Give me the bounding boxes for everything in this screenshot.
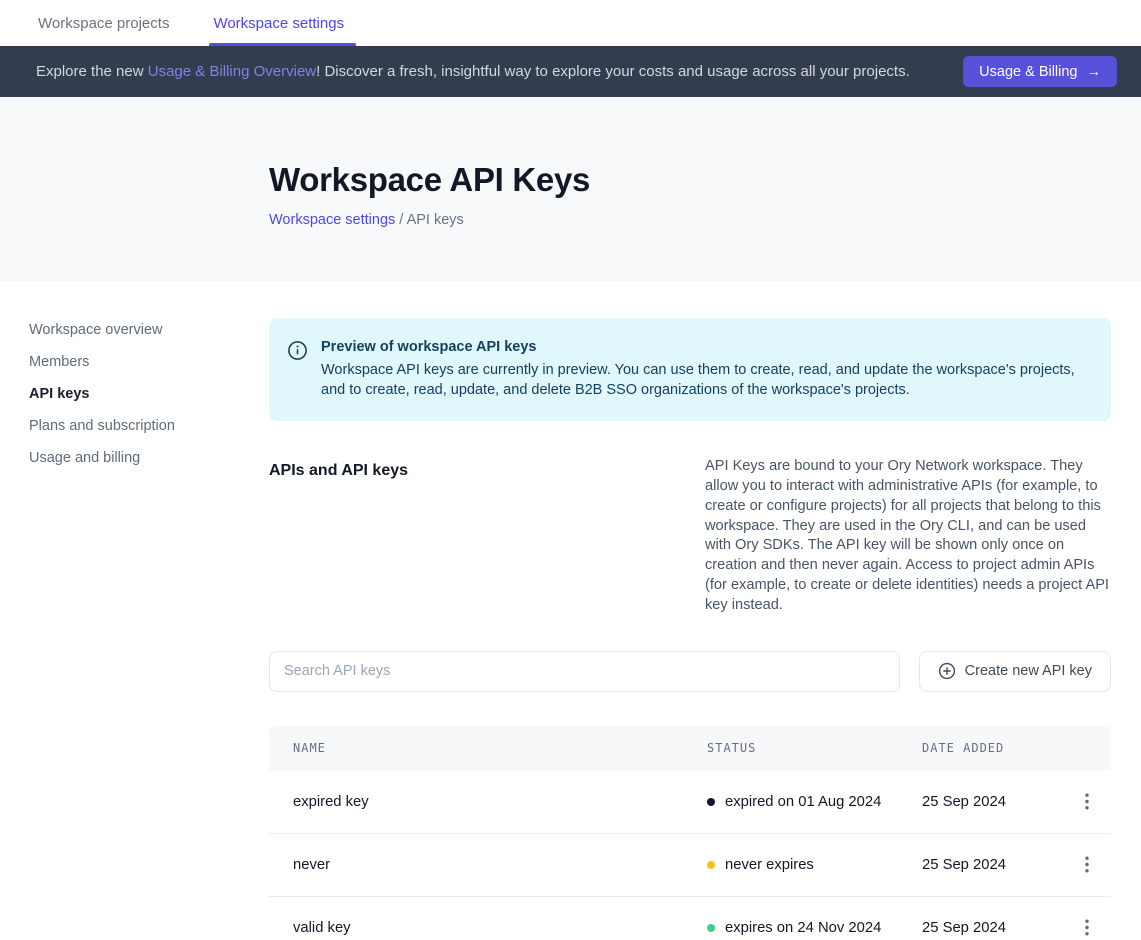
create-api-key-button[interactable]: Create new API key	[919, 651, 1111, 692]
preview-callout: Preview of workspace API keys Workspace …	[269, 318, 1111, 421]
table-controls: Create new API key	[269, 651, 1111, 692]
api-key-date-added: 25 Sep 2024	[922, 920, 1062, 936]
api-key-date-added: 25 Sep 2024	[922, 857, 1062, 873]
api-key-name: never	[269, 857, 707, 873]
column-header-date-added: DATE ADDED	[922, 741, 1062, 755]
section-description: API Keys are bound to your Ory Network w…	[705, 457, 1111, 616]
usage-billing-overview-link[interactable]: Usage & Billing Overview	[148, 63, 316, 80]
status-dot	[707, 924, 715, 932]
api-keys-section: APIs and API keys API Keys are bound to …	[269, 457, 1111, 616]
usage-billing-button[interactable]: Usage & Billing →	[963, 56, 1117, 87]
announcement-banner: Explore the new Usage & Billing Overview…	[0, 46, 1141, 97]
content-column: Preview of workspace API keys Workspace …	[269, 281, 1111, 940]
row-actions-menu-icon[interactable]	[1073, 851, 1101, 879]
sidebar-item-workspace-overview[interactable]: Workspace overview	[29, 320, 269, 340]
table-row: expired key expired on 01 Aug 2024 25 Se…	[269, 771, 1111, 834]
banner-text-after: ! Discover a fresh, insightful way to ex…	[316, 63, 910, 80]
section-heading: APIs and API keys	[269, 457, 408, 616]
tab-workspace-projects[interactable]: Workspace projects	[36, 0, 171, 46]
usage-billing-button-label: Usage & Billing	[979, 64, 1077, 80]
page-title: Workspace API Keys	[269, 161, 1111, 199]
breadcrumb-current: API keys	[407, 212, 464, 228]
api-keys-table: NAME STATUS DATE ADDED expired key expir…	[269, 726, 1111, 940]
status-text: expires on 24 Nov 2024	[725, 920, 881, 936]
row-actions-menu-icon[interactable]	[1073, 914, 1101, 940]
arrow-right-icon: →	[1087, 64, 1102, 80]
info-icon	[287, 339, 308, 400]
api-key-status: never expires	[707, 857, 922, 873]
callout-content: Preview of workspace API keys Workspace …	[321, 339, 1081, 400]
sidebar-item-usage-and-billing[interactable]: Usage and billing	[29, 448, 269, 468]
status-dot	[707, 798, 715, 806]
banner-text-before: Explore the new	[36, 63, 148, 80]
page-header: Workspace API Keys Workspace settings / …	[0, 97, 1141, 281]
create-api-key-button-label: Create new API key	[965, 663, 1092, 679]
callout-title: Preview of workspace API keys	[321, 339, 1081, 355]
api-key-status: expired on 01 Aug 2024	[707, 794, 922, 810]
top-navigation: Workspace projects Workspace settings	[0, 0, 1141, 46]
breadcrumb: Workspace settings / API keys	[269, 212, 1111, 228]
sidebar-item-api-keys[interactable]: API keys	[29, 384, 269, 404]
settings-sidebar: Workspace overview Members API keys Plan…	[0, 281, 269, 480]
column-header-status: STATUS	[707, 741, 922, 755]
sidebar-item-members[interactable]: Members	[29, 352, 269, 372]
status-text: expired on 01 Aug 2024	[725, 794, 881, 810]
table-row: valid key expires on 24 Nov 2024 25 Sep …	[269, 897, 1111, 940]
plus-circle-icon	[938, 662, 956, 680]
table-header-row: NAME STATUS DATE ADDED	[269, 726, 1111, 771]
sidebar-item-plans-and-subscription[interactable]: Plans and subscription	[29, 416, 269, 436]
breadcrumb-workspace-settings-link[interactable]: Workspace settings	[269, 212, 395, 228]
status-dot	[707, 861, 715, 869]
callout-body: Workspace API keys are currently in prev…	[321, 360, 1081, 400]
api-key-date-added: 25 Sep 2024	[922, 794, 1062, 810]
api-key-name: expired key	[269, 794, 707, 810]
api-key-name: valid key	[269, 920, 707, 936]
row-actions-menu-icon[interactable]	[1073, 788, 1101, 816]
main-area: Workspace overview Members API keys Plan…	[0, 281, 1141, 940]
search-input[interactable]	[269, 651, 900, 692]
breadcrumb-separator: /	[395, 212, 406, 228]
tab-workspace-settings[interactable]: Workspace settings	[211, 0, 346, 46]
table-row: never never expires 25 Sep 2024	[269, 834, 1111, 897]
status-text: never expires	[725, 857, 814, 873]
api-key-status: expires on 24 Nov 2024	[707, 920, 922, 936]
banner-message: Explore the new Usage & Billing Overview…	[36, 63, 963, 80]
column-header-name: NAME	[269, 741, 707, 755]
